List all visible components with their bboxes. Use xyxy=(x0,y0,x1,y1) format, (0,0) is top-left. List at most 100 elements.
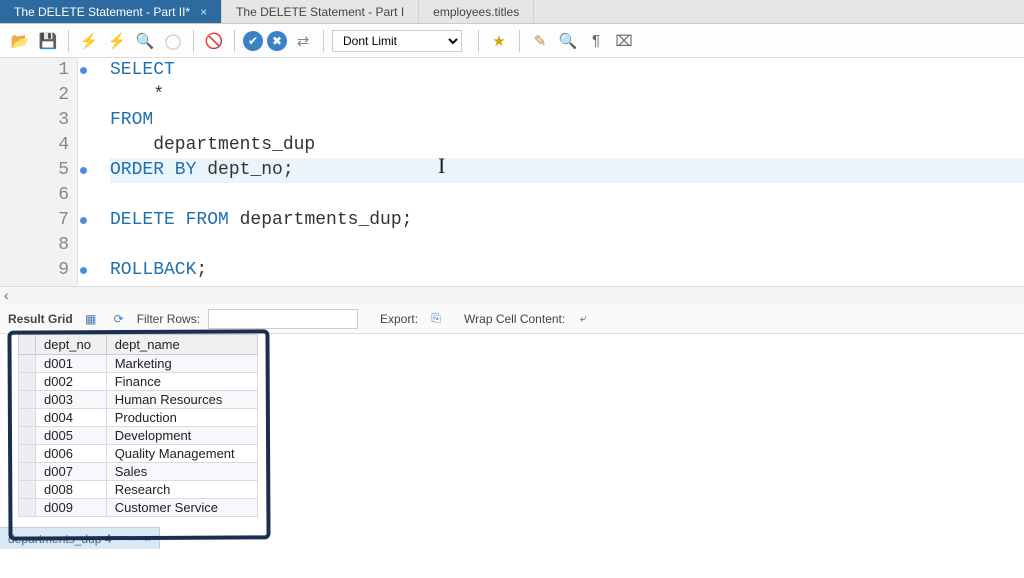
code-line[interactable] xyxy=(110,233,1024,258)
row-header[interactable] xyxy=(19,499,36,517)
code-line[interactable]: SELECT xyxy=(110,58,1024,83)
result-grid-label: Result Grid xyxy=(8,312,73,326)
table-cell[interactable]: Human Resources xyxy=(106,391,257,409)
table-row[interactable]: d006Quality Management xyxy=(19,445,258,463)
rollback-icon[interactable]: ✖ xyxy=(267,31,287,51)
table-row[interactable]: d002Finance xyxy=(19,373,258,391)
horizontal-scrollbar[interactable]: ‹ xyxy=(0,286,1024,304)
no-exec-icon[interactable]: 🚫 xyxy=(202,29,226,53)
line-number: 7 xyxy=(0,208,69,233)
row-header[interactable] xyxy=(19,427,36,445)
table-cell[interactable]: Marketing xyxy=(106,355,257,373)
code-line[interactable] xyxy=(110,183,1024,208)
table-row[interactable]: d001Marketing xyxy=(19,355,258,373)
table-cell[interactable]: d008 xyxy=(36,481,107,499)
row-header[interactable] xyxy=(19,463,36,481)
table-row[interactable]: d004Production xyxy=(19,409,258,427)
limit-rows-select[interactable]: Dont Limit xyxy=(332,30,462,52)
search-icon[interactable]: 🔍 xyxy=(556,29,580,53)
tab-delete-part-1[interactable]: The DELETE Statement - Part I xyxy=(222,0,419,23)
table-cell[interactable]: Research xyxy=(106,481,257,499)
code-line[interactable]: ORDER BY dept_no; xyxy=(110,158,1024,183)
table-cell[interactable]: d001 xyxy=(36,355,107,373)
code-line[interactable]: departments_dup xyxy=(110,133,1024,158)
separator xyxy=(234,30,235,52)
pilcrow-icon[interactable]: ¶ xyxy=(584,29,608,53)
close-icon[interactable]: × xyxy=(200,5,207,19)
table-cell[interactable]: d009 xyxy=(36,499,107,517)
open-file-icon[interactable]: 📂 xyxy=(8,29,32,53)
row-header[interactable] xyxy=(19,445,36,463)
row-header[interactable] xyxy=(19,481,36,499)
beautify-icon[interactable]: ✎ xyxy=(528,29,552,53)
export-label: Export: xyxy=(380,312,418,326)
filter-rows-input[interactable] xyxy=(208,309,358,329)
separator xyxy=(193,30,194,52)
export-icon[interactable]: ⎘ xyxy=(426,309,446,329)
column-header[interactable]: dept_name xyxy=(106,335,257,355)
result-grid-wrap: dept_nodept_named001Marketingd002Finance… xyxy=(0,334,1024,517)
line-number: 4 xyxy=(0,133,69,158)
form-view-icon[interactable]: ⟳ xyxy=(109,309,129,329)
table-cell[interactable]: d003 xyxy=(36,391,107,409)
close-icon[interactable]: × xyxy=(144,532,151,546)
snippet-icon[interactable]: ⌧ xyxy=(612,29,636,53)
execute-icon[interactable]: ⚡ xyxy=(77,29,101,53)
execute-current-icon[interactable]: ⚡ xyxy=(105,29,129,53)
result-tab-label: departments_dup 4 xyxy=(8,532,111,546)
code-line[interactable]: FROM xyxy=(110,108,1024,133)
result-tab[interactable]: departments_dup 4 × xyxy=(0,527,160,549)
row-header[interactable] xyxy=(19,409,36,427)
table-cell[interactable]: d004 xyxy=(36,409,107,427)
table-cell[interactable]: d005 xyxy=(36,427,107,445)
table-cell[interactable]: Development xyxy=(106,427,257,445)
table-row[interactable]: d005Development xyxy=(19,427,258,445)
line-number: 9 xyxy=(0,258,69,283)
document-tabs: The DELETE Statement - Part II* × The DE… xyxy=(0,0,1024,24)
wrap-cell-icon[interactable]: ⤶ xyxy=(573,309,593,329)
save-icon[interactable]: 💾 xyxy=(36,29,60,53)
text-cursor-icon: I xyxy=(438,153,445,178)
row-header[interactable] xyxy=(19,355,36,373)
table-row[interactable]: d009Customer Service xyxy=(19,499,258,517)
row-header[interactable] xyxy=(19,373,36,391)
table-cell[interactable]: Quality Management xyxy=(106,445,257,463)
line-number: 5 xyxy=(0,158,69,183)
sql-editor[interactable]: 123456789 I SELECT *FROM departments_dup… xyxy=(0,58,1024,286)
filter-rows-label: Filter Rows: xyxy=(137,312,200,326)
code-area[interactable]: I SELECT *FROM departments_dupORDER BY d… xyxy=(78,58,1024,286)
code-line[interactable]: DELETE FROM departments_dup; xyxy=(110,208,1024,233)
table-row[interactable]: d008Research xyxy=(19,481,258,499)
tab-label: The DELETE Statement - Part II* xyxy=(14,5,190,19)
table-cell[interactable]: Production xyxy=(106,409,257,427)
commit-icon[interactable]: ✔ xyxy=(243,31,263,51)
autocommit-icon[interactable]: ⇄ xyxy=(291,29,315,53)
line-number: 3 xyxy=(0,108,69,133)
table-row[interactable]: d007Sales xyxy=(19,463,258,481)
explain-icon[interactable]: 🔍 xyxy=(133,29,157,53)
result-toolbar: Result Grid ▦ ⟳ Filter Rows: Export: ⎘ W… xyxy=(0,304,1024,334)
grid-view-icon[interactable]: ▦ xyxy=(81,309,101,329)
table-cell[interactable]: d007 xyxy=(36,463,107,481)
column-header[interactable]: dept_no xyxy=(36,335,107,355)
table-cell[interactable]: d002 xyxy=(36,373,107,391)
line-number: 2 xyxy=(0,83,69,108)
table-cell[interactable]: Finance xyxy=(106,373,257,391)
table-cell[interactable]: Sales xyxy=(106,463,257,481)
tab-label: employees.titles xyxy=(433,5,519,19)
code-line[interactable]: * xyxy=(110,83,1024,108)
row-header-blank xyxy=(19,335,36,355)
line-number: 6 xyxy=(0,183,69,208)
row-header[interactable] xyxy=(19,391,36,409)
result-grid[interactable]: dept_nodept_named001Marketingd002Finance… xyxy=(18,334,258,517)
stop-icon[interactable]: ◯ xyxy=(161,29,185,53)
table-cell[interactable]: Customer Service xyxy=(106,499,257,517)
table-cell[interactable]: d006 xyxy=(36,445,107,463)
separator xyxy=(68,30,69,52)
table-row[interactable]: d003Human Resources xyxy=(19,391,258,409)
star-icon[interactable]: ★ xyxy=(487,29,511,53)
tab-delete-part-2[interactable]: The DELETE Statement - Part II* × xyxy=(0,0,222,23)
separator xyxy=(478,30,479,52)
tab-employees-titles[interactable]: employees.titles xyxy=(419,0,534,23)
code-line[interactable]: ROLLBACK; xyxy=(110,258,1024,283)
